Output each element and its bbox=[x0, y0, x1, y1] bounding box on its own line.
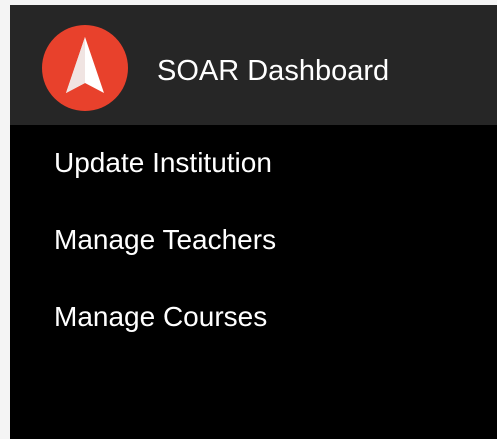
menu-item-label: Manage Courses bbox=[54, 301, 268, 332]
sidebar-menu: Update Institution Manage Teachers Manag… bbox=[10, 125, 497, 356]
menu-item-label: Update Institution bbox=[54, 147, 272, 178]
menu-item-label: Manage Teachers bbox=[54, 224, 277, 255]
sidebar-panel: SOAR Dashboard Update Institution Manage… bbox=[10, 5, 497, 439]
app-title: SOAR Dashboard bbox=[157, 55, 390, 87]
menu-item-update-institution[interactable]: Update Institution bbox=[10, 125, 497, 202]
menu-item-manage-courses[interactable]: Manage Courses bbox=[10, 279, 497, 356]
soar-arrow-logo-icon[interactable] bbox=[42, 25, 128, 111]
menu-item-manage-teachers[interactable]: Manage Teachers bbox=[10, 202, 497, 279]
sidebar-header: SOAR Dashboard bbox=[10, 5, 497, 125]
